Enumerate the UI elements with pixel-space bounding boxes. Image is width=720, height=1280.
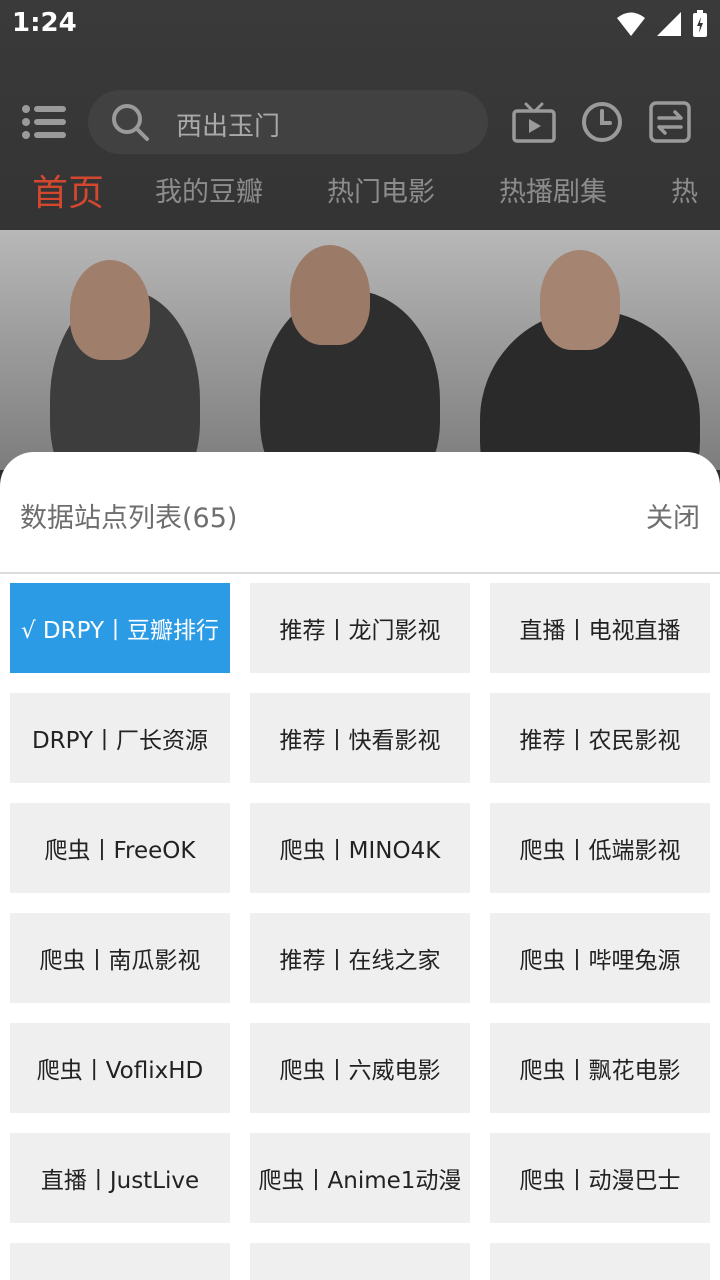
tab-more[interactable]: 热 [671,170,698,209]
site-item[interactable]: 推荐丨龙门影视 [250,583,470,673]
tab-hot-movies[interactable]: 热门电影 [327,170,435,209]
close-button[interactable]: 关闭 [646,496,700,535]
tab-my-douban[interactable]: 我的豆瓣 [155,170,263,209]
site-item[interactable] [490,1243,710,1280]
site-item[interactable]: 爬虫丨Anime1动漫 [250,1133,470,1223]
signal-icon [657,12,681,36]
banner-poster[interactable] [0,230,720,470]
site-item[interactable]: 爬虫丨FreeOK [10,803,230,893]
tab-hot-series[interactable]: 热播剧集 [499,170,607,209]
category-tabs: 首页 我的豆瓣 热门电影 热播剧集 热 [0,164,720,218]
wifi-icon [617,12,645,36]
site-item[interactable]: 爬虫丨南瓜影视 [10,913,230,1003]
status-bar: 1:24 [0,0,720,50]
history-icon[interactable] [580,100,624,144]
status-icons [616,10,708,38]
site-item[interactable]: 爬虫丨六威电影 [250,1023,470,1113]
site-item[interactable]: 爬虫丨低端影视 [490,803,710,893]
sheet-header: 数据站点列表(65) 关闭 [0,452,720,574]
site-item[interactable]: 推荐丨快看影视 [250,693,470,783]
site-item[interactable]: √ DRPY丨豆瓣排行 [10,583,230,673]
poster-face [290,245,370,345]
status-time: 1:24 [12,8,77,38]
site-item[interactable]: 爬虫丨飘花电影 [490,1023,710,1113]
site-item[interactable]: 直播丨JustLive [10,1133,230,1223]
site-list-sheet: 数据站点列表(65) 关闭 √ DRPY丨豆瓣排行 推荐丨龙门影视 直播丨电视直… [0,452,720,1280]
site-item[interactable]: 直播丨电视直播 [490,583,710,673]
site-item[interactable] [10,1243,230,1280]
tab-home[interactable]: 首页 [32,164,104,216]
site-item[interactable]: 爬虫丨动漫巴士 [490,1133,710,1223]
site-item[interactable]: DRPY丨厂长资源 [10,693,230,783]
app-screen: 1:24 西出玉门 首页 我的豆瓣 热门电影 热播剧集 热 数据站点列表(65)… [0,0,720,1280]
menu-icon[interactable] [22,104,66,140]
site-item[interactable]: 推荐丨在线之家 [250,913,470,1003]
site-item[interactable]: 爬虫丨MINO4K [250,803,470,893]
tv-icon[interactable] [512,100,556,144]
poster-face [540,250,620,350]
site-item[interactable]: 爬虫丨VoflixHD [10,1023,230,1113]
poster-face [70,260,150,360]
search-input[interactable]: 西出玉门 [88,90,488,154]
search-placeholder: 西出玉门 [176,112,281,142]
switch-icon[interactable] [648,100,692,144]
top-toolbar: 西出玉门 [0,90,720,156]
site-item[interactable]: 爬虫丨哔哩兔源 [490,913,710,1003]
battery-icon [693,10,707,37]
site-item[interactable] [250,1243,470,1280]
search-icon [112,104,149,141]
site-item[interactable]: 推荐丨农民影视 [490,693,710,783]
sheet-title: 数据站点列表(65) [20,503,238,534]
